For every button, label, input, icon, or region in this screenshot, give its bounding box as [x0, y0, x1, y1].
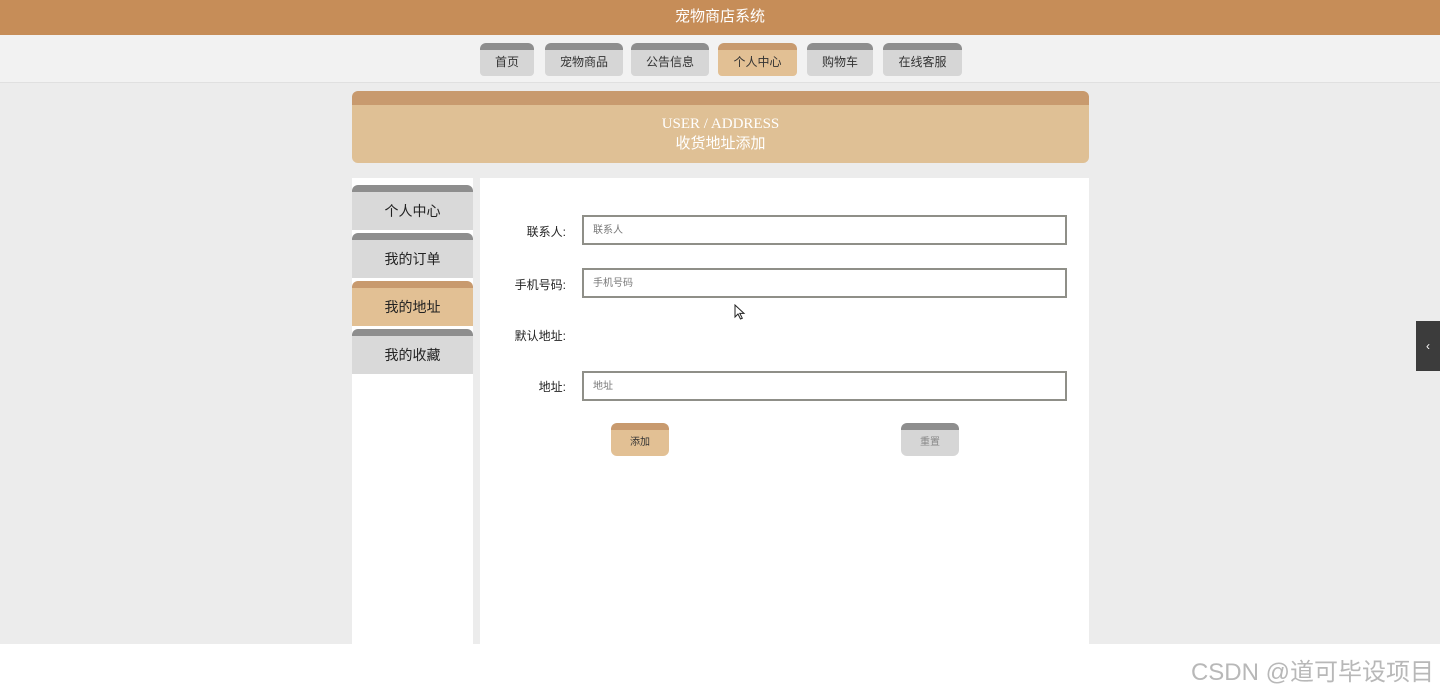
- default-address-label: 默认地址:: [514, 329, 566, 343]
- app-header: 宠物商店系统: [0, 0, 1440, 35]
- top-navigation: 首页 宠物商品 公告信息 个人中心 购物车 在线客服: [0, 35, 1440, 83]
- nav-online-service[interactable]: 在线客服: [883, 43, 962, 76]
- address-input[interactable]: [582, 371, 1067, 401]
- page-title-panel: USER / ADDRESS 收货地址添加: [352, 91, 1089, 163]
- contact-input[interactable]: [582, 215, 1067, 245]
- nav-home[interactable]: 首页: [480, 43, 534, 76]
- nav-announcements[interactable]: 公告信息: [631, 43, 709, 76]
- address-label: 地址:: [538, 380, 566, 394]
- nav-personal-center[interactable]: 个人中心: [718, 43, 797, 76]
- chevron-left-icon[interactable]: ‹: [1416, 321, 1440, 371]
- sidebar-item-my-address[interactable]: 我的地址: [352, 281, 473, 326]
- watermark: CSDN @道可毕设项目: [1190, 659, 1434, 686]
- address-form: 联系人: 手机号码: 默认地址: 地址: 添加 重置: [480, 178, 1089, 644]
- sidebar-item-my-favorites[interactable]: 我的收藏: [352, 329, 473, 374]
- phone-input[interactable]: [582, 268, 1067, 298]
- reset-button[interactable]: 重置: [901, 423, 959, 456]
- page-title-english: USER / ADDRESS: [661, 116, 780, 132]
- add-button[interactable]: 添加: [611, 423, 669, 456]
- nav-shopping-cart[interactable]: 购物车: [807, 43, 873, 76]
- contact-label: 联系人:: [526, 225, 566, 239]
- page-title: 收货地址添加: [675, 136, 766, 152]
- app-title: 宠物商店系统: [674, 8, 765, 25]
- sidebar: 个人中心 我的订单 我的地址 我的收藏: [352, 178, 473, 644]
- sidebar-item-my-orders[interactable]: 我的订单: [352, 233, 473, 278]
- sidebar-item-personal-center[interactable]: 个人中心: [352, 185, 473, 230]
- nav-pet-products[interactable]: 宠物商品: [545, 43, 623, 76]
- phone-label: 手机号码:: [514, 278, 566, 292]
